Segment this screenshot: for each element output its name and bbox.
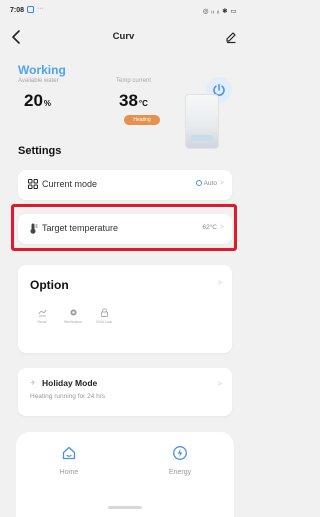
child-lock-option[interactable]: Child Lock (89, 308, 119, 324)
status-right-icons: ◎ ᵢᵢ ᵢᵢ ✱ ▭ (202, 8, 237, 15)
status-dots: ··· (37, 5, 44, 12)
nav-energy-label: Energy (168, 469, 192, 476)
current-mode-value: Auto (195, 180, 217, 187)
boost-icon (38, 309, 46, 317)
nav-home-label: Home (59, 469, 79, 476)
holiday-subtitle: Heating running for 24 hrs (30, 393, 106, 400)
chevron-right-icon: > (217, 280, 222, 287)
home-indicator (108, 506, 142, 509)
water-number: 20 (24, 91, 43, 110)
temp-number: 38 (119, 91, 138, 110)
grid-icon (28, 179, 38, 189)
bottom-nav: Home Energy (16, 432, 234, 517)
status-time: 7:08 (10, 7, 25, 14)
temp-unit: °C (138, 99, 148, 108)
water-label: Available water (18, 78, 59, 84)
sterilization-label: Sterilization (63, 320, 83, 324)
water-value: 20% (24, 91, 51, 111)
highlight-box (11, 204, 237, 251)
energy-icon (173, 446, 187, 460)
chevron-right-icon: > (217, 381, 222, 388)
temp-label: Temp current (116, 78, 152, 84)
option-title: Option (30, 278, 69, 292)
boost-option[interactable]: Boost (27, 308, 57, 324)
auto-icon (195, 180, 202, 186)
water-unit: % (43, 99, 52, 108)
temp-value: 38°C (119, 91, 148, 111)
current-mode-value-text: Auto (203, 180, 217, 187)
holiday-title: Holiday Mode (42, 378, 98, 388)
boost-label: Boost (37, 320, 47, 324)
notification-icon (27, 6, 34, 13)
page-title: Curv (112, 31, 135, 42)
edit-icon[interactable] (224, 30, 238, 44)
holiday-icon: ✈ (30, 380, 36, 387)
nav-energy[interactable]: Energy (160, 445, 200, 476)
lock-icon (100, 308, 108, 317)
water-heater-image (186, 95, 218, 148)
option-card[interactable]: Option > Boost Sterilization Child Lock (18, 265, 232, 353)
settings-heading: Settings (18, 145, 62, 157)
heating-badge: Heating (124, 115, 160, 125)
child-lock-label: Child Lock (95, 320, 113, 324)
nav-home[interactable]: Home (49, 445, 89, 476)
sterilization-option[interactable]: Sterilization (58, 308, 88, 324)
chevron-right-icon: > (219, 180, 224, 187)
sterilization-icon (70, 309, 76, 316)
current-mode-label: Current mode (42, 179, 98, 189)
status-bar: 7:08 ··· ◎ ᵢᵢ ᵢᵢ ✱ ▭ (0, 0, 247, 22)
holiday-mode-card[interactable]: ✈ Holiday Mode Heating running for 24 hr… (18, 368, 232, 416)
header: Curv (0, 28, 247, 50)
current-mode-row[interactable]: Current mode Auto > (18, 170, 232, 200)
home-icon (62, 446, 76, 460)
status-label: Working (18, 63, 66, 77)
